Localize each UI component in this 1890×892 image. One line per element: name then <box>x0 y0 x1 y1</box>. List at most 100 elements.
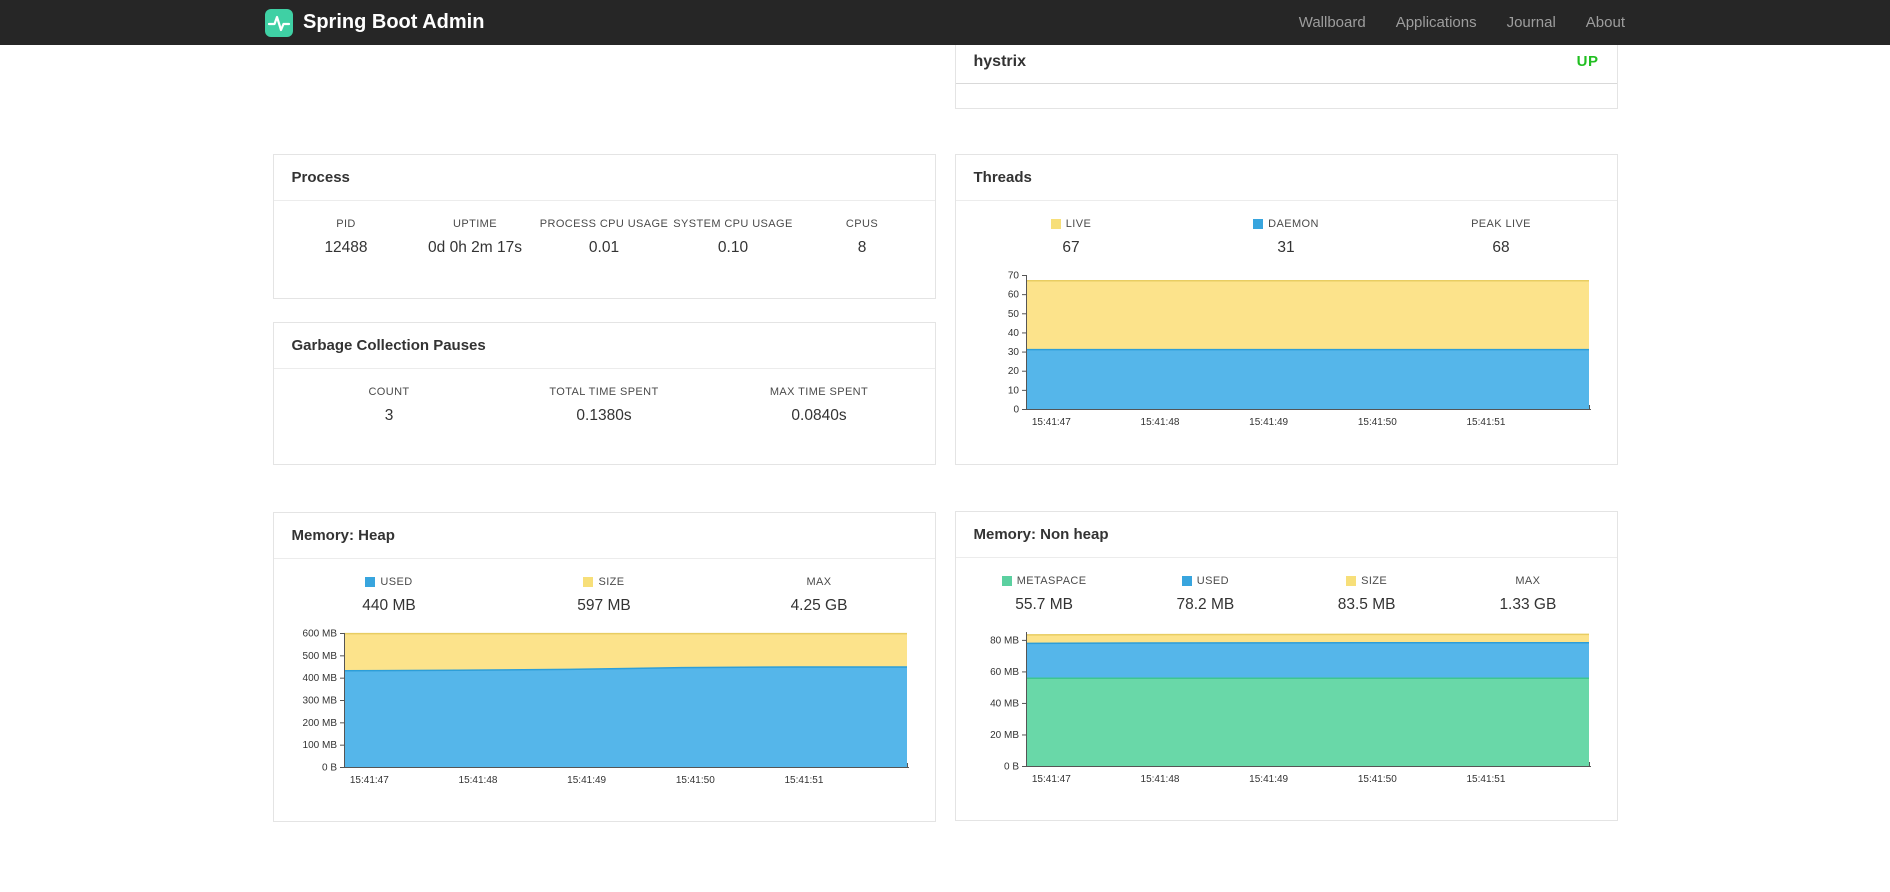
nav-item-journal[interactable]: Journal <box>1507 14 1556 31</box>
svg-text:80 MB: 80 MB <box>990 635 1019 646</box>
metric-value: 0.01 <box>588 239 620 256</box>
svg-text:400 MB: 400 MB <box>303 673 338 684</box>
metric-pid: PID 12488 <box>282 218 411 257</box>
legend-value: 67 <box>1062 239 1080 256</box>
nav-menu: Wallboard Applications Journal About <box>1299 14 1625 31</box>
legend-label: USED <box>1196 575 1229 587</box>
svg-text:200 MB: 200 MB <box>303 718 338 729</box>
metric-uptime: UPTIME 0d 0h 2m 17s <box>411 218 540 257</box>
series-color-swatch <box>583 577 594 587</box>
svg-text:60: 60 <box>1008 290 1020 301</box>
svg-text:15:41:47: 15:41:47 <box>1032 774 1071 785</box>
nav-item-wallboard[interactable]: Wallboard <box>1299 14 1366 31</box>
svg-text:15:41:49: 15:41:49 <box>567 775 606 786</box>
metric-value: 8 <box>857 239 867 256</box>
legend-label: LIVE <box>1065 218 1092 230</box>
svg-text:20 MB: 20 MB <box>990 730 1019 741</box>
legend-item-used: USED 440 MB <box>282 576 497 615</box>
legend-item-max: MAX 4.25 GB <box>712 576 927 615</box>
svg-text:70: 70 <box>1008 271 1020 282</box>
threads-card-title: Threads <box>955 155 1617 201</box>
memory-heap-card: Memory: Heap USED 440 MB SIZE 597 MB MAX… <box>272 512 936 822</box>
svg-text:15:41:50: 15:41:50 <box>1358 774 1397 785</box>
application-row[interactable]: hystrix UP <box>955 45 1617 84</box>
legend-item-size: SIZE 83.5 MB <box>1286 575 1447 614</box>
svg-text:15:41:50: 15:41:50 <box>1358 417 1397 428</box>
svg-text:15:41:50: 15:41:50 <box>676 775 715 786</box>
metric-value: 0.0840s <box>791 407 847 424</box>
memory-heap-chart: 0 B 100 MB 200 MB 300 MB 400 MB 500 MB 600 MB 1… <box>274 627 935 795</box>
metric-label: COUNT <box>368 386 410 398</box>
legend-item-size: SIZE 597 MB <box>497 576 712 615</box>
app-logo-icon <box>265 8 293 37</box>
svg-text:60 MB: 60 MB <box>990 667 1019 678</box>
application-status-badge: UP <box>1576 53 1599 70</box>
metric-value: 0.10 <box>717 239 749 256</box>
svg-text:100 MB: 100 MB <box>303 740 338 751</box>
series-color-swatch <box>1181 576 1192 586</box>
metric-gc-max-time: MAX TIME SPENT 0.0840s <box>712 386 927 425</box>
series-color-swatch <box>1253 219 1264 229</box>
threads-chart: 0 10 20 30 40 50 60 70 15:41:47 15:41:48 15:41:49 1… <box>956 269 1617 437</box>
svg-text:0 B: 0 B <box>322 763 337 774</box>
metric-label: TOTAL TIME SPENT <box>549 386 659 398</box>
legend-label: MAX <box>806 576 832 588</box>
application-name[interactable]: hystrix <box>974 53 1026 71</box>
svg-text:50: 50 <box>1008 309 1020 320</box>
legend-label: METASPACE <box>1016 575 1087 587</box>
svg-text:500 MB: 500 MB <box>303 651 338 662</box>
gc-card: Garbage Collection Pauses COUNT 3 TOTAL … <box>272 322 936 465</box>
process-card-title: Process <box>273 155 935 201</box>
applications-card: hystrix UP <box>954 45 1618 109</box>
metric-gc-total-time: TOTAL TIME SPENT 0.1380s <box>497 386 712 425</box>
metric-label: PROCESS CPU USAGE <box>539 218 669 230</box>
legend-item-daemon: DAEMON 31 <box>1179 218 1394 257</box>
metric-gc-count: COUNT 3 <box>282 386 497 425</box>
svg-text:15:41:48: 15:41:48 <box>1141 417 1180 428</box>
memory-nonheap-card-title: Memory: Non heap <box>955 512 1617 558</box>
svg-text:0 B: 0 B <box>1004 762 1019 773</box>
legend-value: 1.33 GB <box>1499 596 1557 613</box>
threads-card: Threads LIVE 67 DAEMON 31 PEAK LIVE 68 0… <box>954 154 1618 465</box>
svg-text:15:41:49: 15:41:49 <box>1249 417 1288 428</box>
memory-nonheap-card: Memory: Non heap METASPACE 55.7 MB USED … <box>954 511 1618 821</box>
process-card: Process PID 12488 UPTIME 0d 0h 2m 17s PR… <box>272 154 936 299</box>
svg-text:40 MB: 40 MB <box>990 698 1019 709</box>
metric-label: MAX TIME SPENT <box>769 386 869 398</box>
nav-item-applications[interactable]: Applications <box>1396 14 1477 31</box>
series-color-swatch <box>1050 219 1061 229</box>
legend-value: 55.7 MB <box>1015 596 1073 613</box>
svg-text:15:41:51: 15:41:51 <box>785 775 824 786</box>
series-color-swatch <box>365 577 376 587</box>
svg-text:30: 30 <box>1008 347 1020 358</box>
right-column: Threads LIVE 67 DAEMON 31 PEAK LIVE 68 0… <box>954 154 1618 822</box>
legend-value: 440 MB <box>362 597 416 614</box>
metric-label: CPUS <box>845 218 879 230</box>
legend-value: 83.5 MB <box>1337 596 1396 613</box>
brand-title: Spring Boot Admin <box>303 11 485 33</box>
legend-value: 68 <box>1492 239 1510 256</box>
svg-text:300 MB: 300 MB <box>303 696 338 707</box>
legend-item-peak-live: PEAK LIVE 68 <box>1394 218 1609 257</box>
legend-item-metaspace: METASPACE 55.7 MB <box>964 575 1125 614</box>
metric-label: PID <box>336 218 356 230</box>
memory-heap-legend: USED 440 MB SIZE 597 MB MAX 4.25 GB <box>274 559 935 615</box>
legend-value: 4.25 GB <box>790 597 848 614</box>
legend-value: 78.2 MB <box>1176 596 1235 613</box>
nav-item-about[interactable]: About <box>1586 14 1625 31</box>
svg-text:15:41:48: 15:41:48 <box>459 775 498 786</box>
metric-label: SYSTEM CPU USAGE <box>673 218 793 230</box>
legend-label: MAX <box>1515 575 1541 587</box>
metric-label: UPTIME <box>453 218 497 230</box>
legend-item-used: USED 78.2 MB <box>1125 575 1286 614</box>
series-color-swatch <box>1346 576 1357 586</box>
brand[interactable]: Spring Boot Admin <box>265 8 485 37</box>
svg-text:40: 40 <box>1008 328 1020 339</box>
memory-heap-card-title: Memory: Heap <box>273 513 935 559</box>
memory-nonheap-legend: METASPACE 55.7 MB USED 78.2 MB SIZE 83.5… <box>956 558 1617 614</box>
gc-card-title: Garbage Collection Pauses <box>273 323 935 369</box>
legend-value: 597 MB <box>577 597 631 614</box>
svg-text:15:41:49: 15:41:49 <box>1249 774 1288 785</box>
legend-item-max: MAX 1.33 GB <box>1447 575 1608 614</box>
legend-value: 31 <box>1277 239 1295 256</box>
